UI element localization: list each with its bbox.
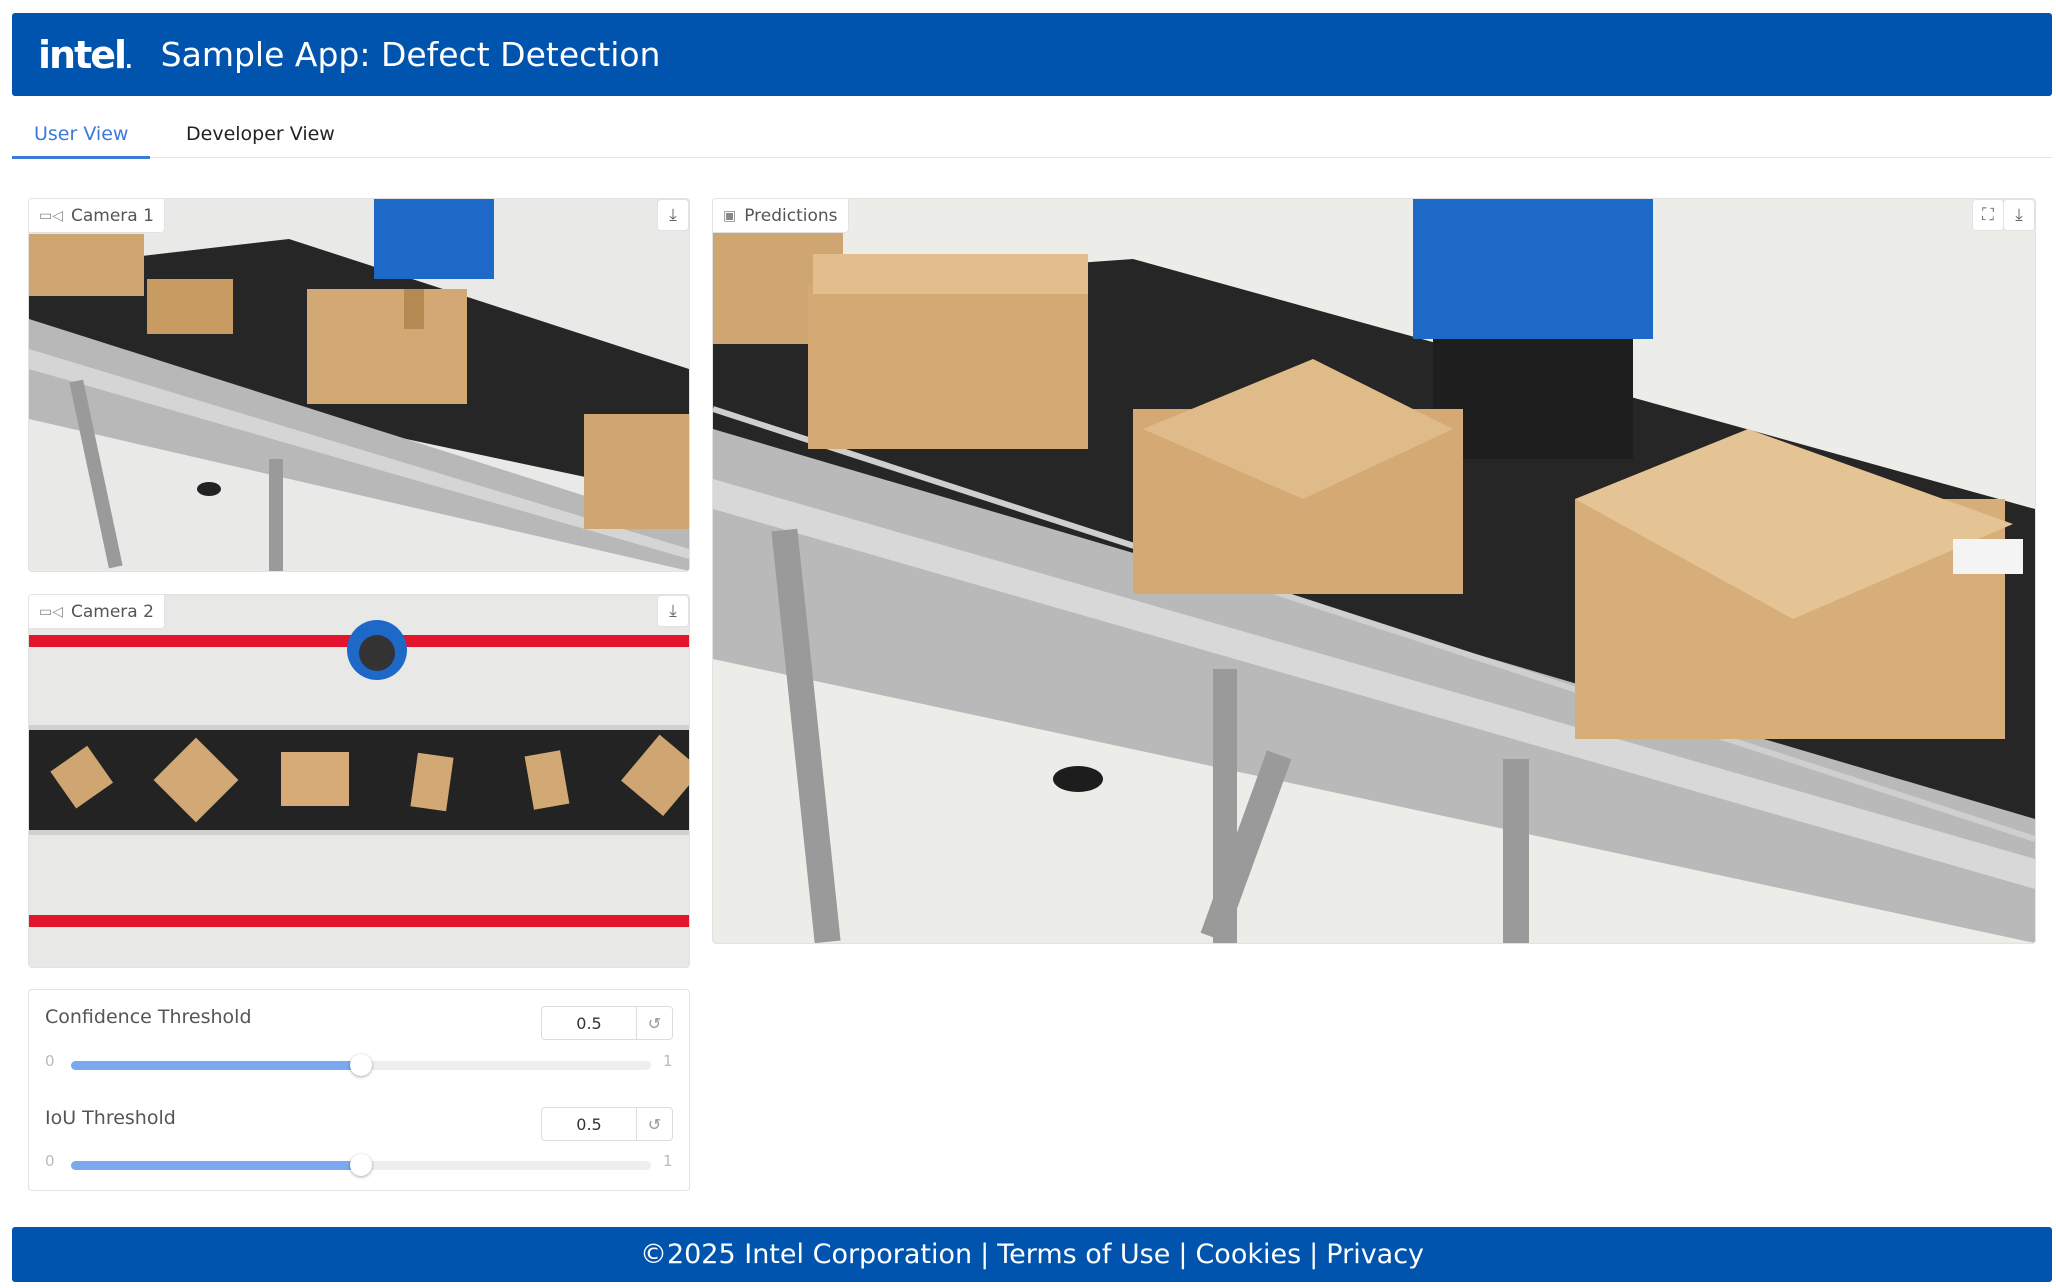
camera2-feed [29,595,689,967]
camera2-panel: ▭◁ Camera 2 ⤓ [28,594,690,968]
iou-slider-fill [71,1161,361,1170]
confidence-min: 0 [45,1052,55,1070]
terms-of-use-link[interactable]: Terms of Use [997,1239,1170,1270]
confidence-threshold-label: Confidence Threshold [45,1006,252,1028]
download-icon: ⤓ [2015,205,2023,225]
predictions-label: ▣ Predictions [713,199,849,233]
predictions-fullscreen-button[interactable]: ⛶ [1972,199,2004,231]
video-camera-icon: ▭◁ [39,207,63,224]
iou-min: 0 [45,1152,55,1170]
predictions-download-button[interactable]: ⤓ [2003,199,2035,231]
fullscreen-icon: ⛶ [1982,205,1994,225]
download-icon: ⤓ [669,205,677,225]
confidence-reset-button[interactable]: ↺ [637,1007,672,1039]
camera2-download-button[interactable]: ⤓ [657,595,689,627]
reset-icon: ↺ [647,1013,662,1033]
app-footer: ©2025 Intel Corporation | Terms of Use |… [12,1227,2052,1282]
confidence-threshold-value[interactable]: 0.5 [542,1007,637,1039]
confidence-slider[interactable] [71,1054,651,1076]
video-camera-icon: ▭◁ [39,603,63,620]
footer-separator: | [1178,1239,1188,1270]
cookies-link[interactable]: Cookies [1195,1239,1301,1270]
reset-icon: ↺ [647,1114,662,1134]
image-icon: ▣ [723,207,737,224]
iou-max: 1 [663,1152,673,1170]
confidence-slider-thumb[interactable] [350,1054,372,1076]
app-title: Sample App: Defect Detection [160,35,661,74]
camera1-download-button[interactable]: ⤓ [657,199,689,231]
footer-separator: | [1309,1239,1319,1270]
iou-reset-button[interactable]: ↺ [637,1108,672,1140]
download-icon: ⤓ [669,601,677,621]
confidence-max: 1 [663,1052,673,1070]
iou-threshold-input[interactable]: 0.5 ↺ [541,1107,673,1141]
view-tabs: User View Developer View [12,112,2052,159]
intel-logo: intel. [38,32,133,77]
predictions-image [713,199,2035,943]
camera1-panel: ▭◁ Camera 1 ⤓ [28,198,690,572]
iou-slider-thumb[interactable] [350,1154,372,1176]
privacy-link[interactable]: Privacy [1326,1239,1424,1270]
tab-developer-view[interactable]: Developer View [164,120,357,156]
app-header: intel. Sample App: Defect Detection [12,13,2052,96]
footer-copyright: ©2025 Intel Corporation [639,1239,973,1270]
camera2-label: ▭◁ Camera 2 [29,595,165,629]
camera1-feed [29,199,689,571]
tab-user-view[interactable]: User View [12,120,151,159]
predictions-panel: ▣ Predictions ⛶ ⤓ [712,198,2036,944]
confidence-slider-fill [71,1061,361,1070]
confidence-threshold-input[interactable]: 0.5 ↺ [541,1006,673,1040]
camera1-label: ▭◁ Camera 1 [29,199,165,233]
threshold-controls: Confidence Threshold 0.5 ↺ 0 1 IoU Thres… [28,989,690,1191]
footer-separator: | [980,1239,990,1270]
iou-threshold-value[interactable]: 0.5 [542,1108,637,1140]
iou-threshold-label: IoU Threshold [45,1107,176,1129]
iou-slider[interactable] [71,1154,651,1176]
